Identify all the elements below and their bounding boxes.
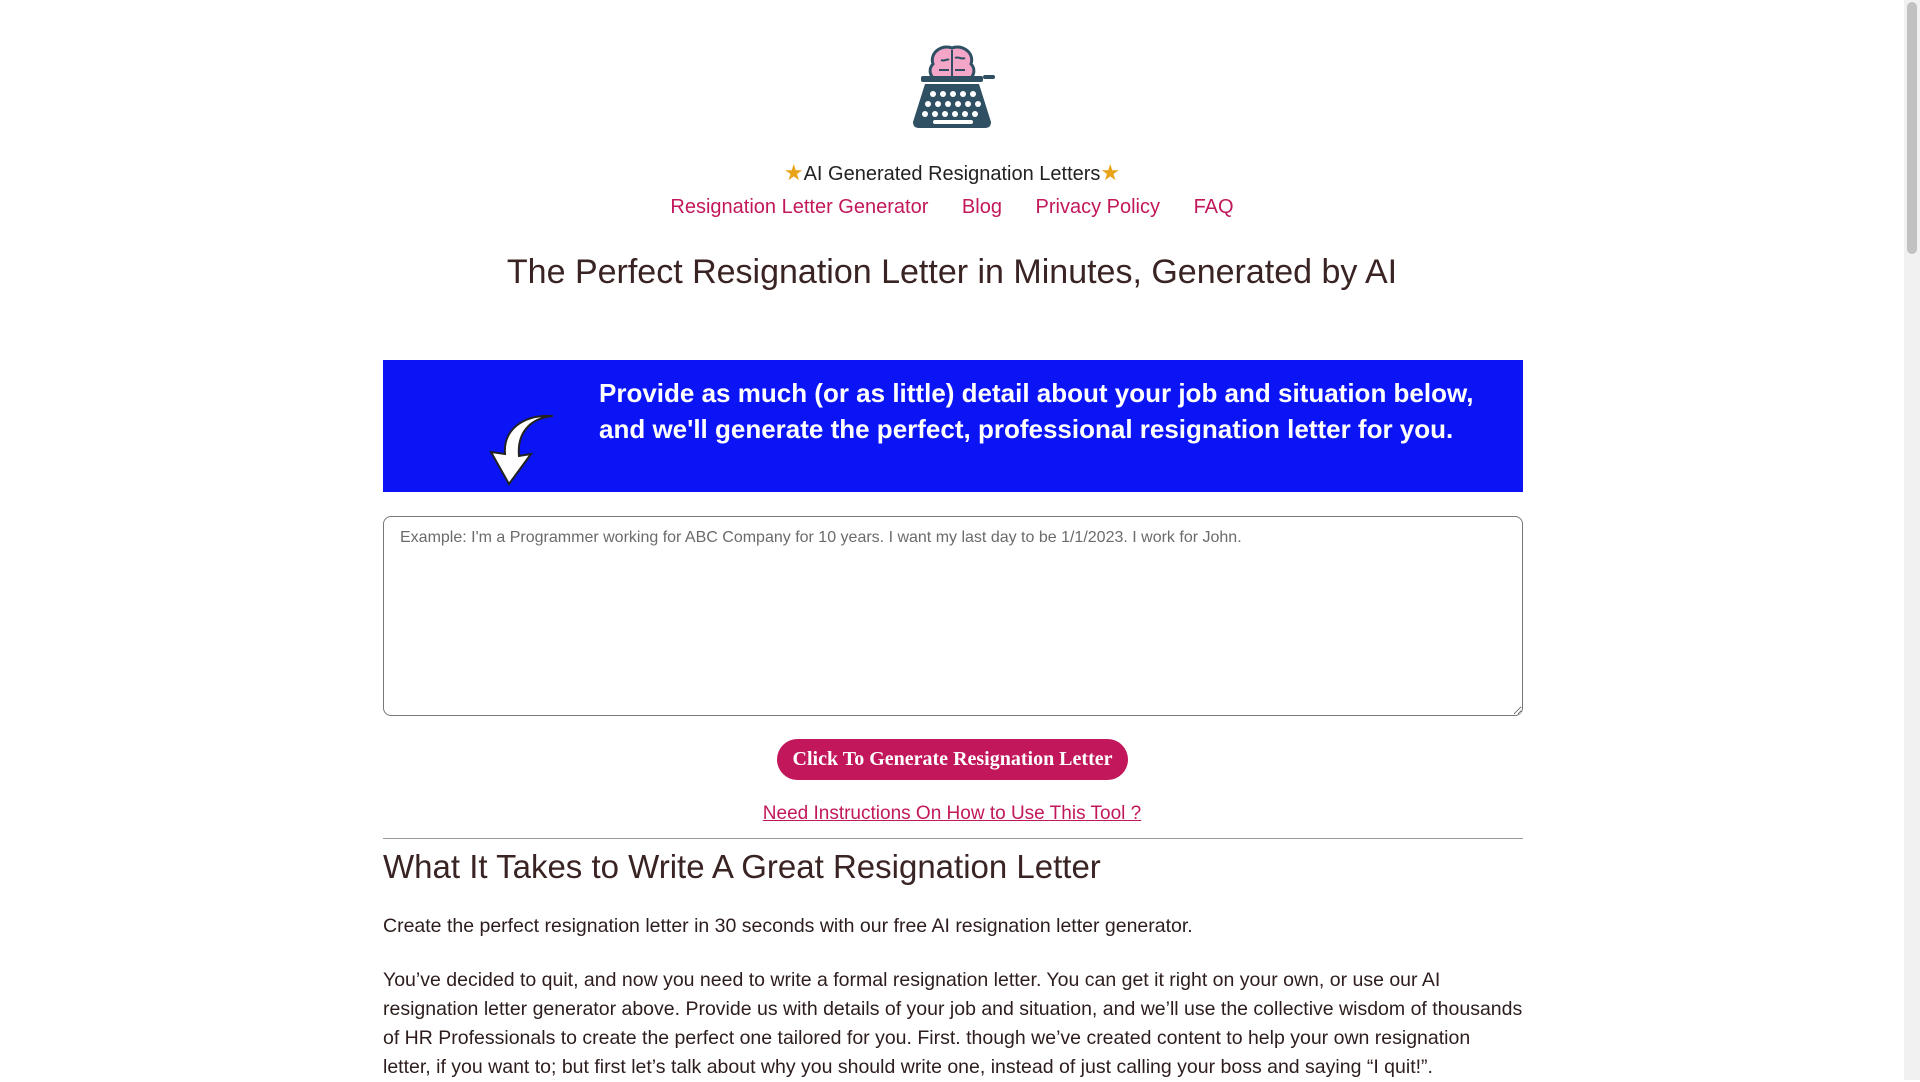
star-icon: ★ bbox=[1100, 160, 1121, 185]
nav-item-privacy-policy[interactable]: Privacy Policy bbox=[1036, 196, 1160, 218]
site-title: ★AI Generated Resignation Letters★ bbox=[0, 160, 1904, 186]
instructions-link[interactable]: Need Instructions On How to Use This Too… bbox=[763, 803, 1141, 824]
nav-item-blog[interactable]: Blog bbox=[962, 196, 1002, 218]
nav-item-faq[interactable]: FAQ bbox=[1194, 196, 1234, 218]
curved-arrow-down-left-icon bbox=[489, 414, 554, 486]
page-scrollbar[interactable] bbox=[1904, 0, 1920, 1080]
main-nav: Resignation Letter Generator Blog Privac… bbox=[0, 196, 1904, 219]
nav-item-resignation-letter-generator[interactable]: Resignation Letter Generator bbox=[670, 196, 928, 218]
brain-typewriter-logo[interactable] bbox=[903, 42, 1001, 128]
star-icon: ★ bbox=[783, 160, 804, 185]
instructions-row: Need Instructions On How to Use This Too… bbox=[0, 803, 1904, 825]
page: ★AI Generated Resignation Letters★ Resig… bbox=[0, 0, 1904, 1080]
banner-text: Provide as much (or as little) detail ab… bbox=[599, 378, 1474, 444]
scrollbar-thumb[interactable] bbox=[1907, 2, 1917, 254]
page-title: The Perfect Resignation Letter in Minute… bbox=[506, 253, 1398, 291]
section-divider bbox=[383, 838, 1523, 839]
site-title-text: AI Generated Resignation Letters bbox=[803, 163, 1101, 185]
generate-letter-button[interactable]: Click To Generate Resignation Letter bbox=[777, 739, 1128, 780]
article-heading: What It Takes to Write A Great Resignati… bbox=[383, 848, 1101, 885]
instructions-banner: Provide as much (or as little) detail ab… bbox=[383, 360, 1523, 492]
article-paragraph: You’ve decided to quit, and now you need… bbox=[383, 969, 1523, 1078]
job-details-input[interactable] bbox=[383, 516, 1523, 716]
article-paragraph: Create the perfect resignation letter in… bbox=[383, 915, 1193, 937]
